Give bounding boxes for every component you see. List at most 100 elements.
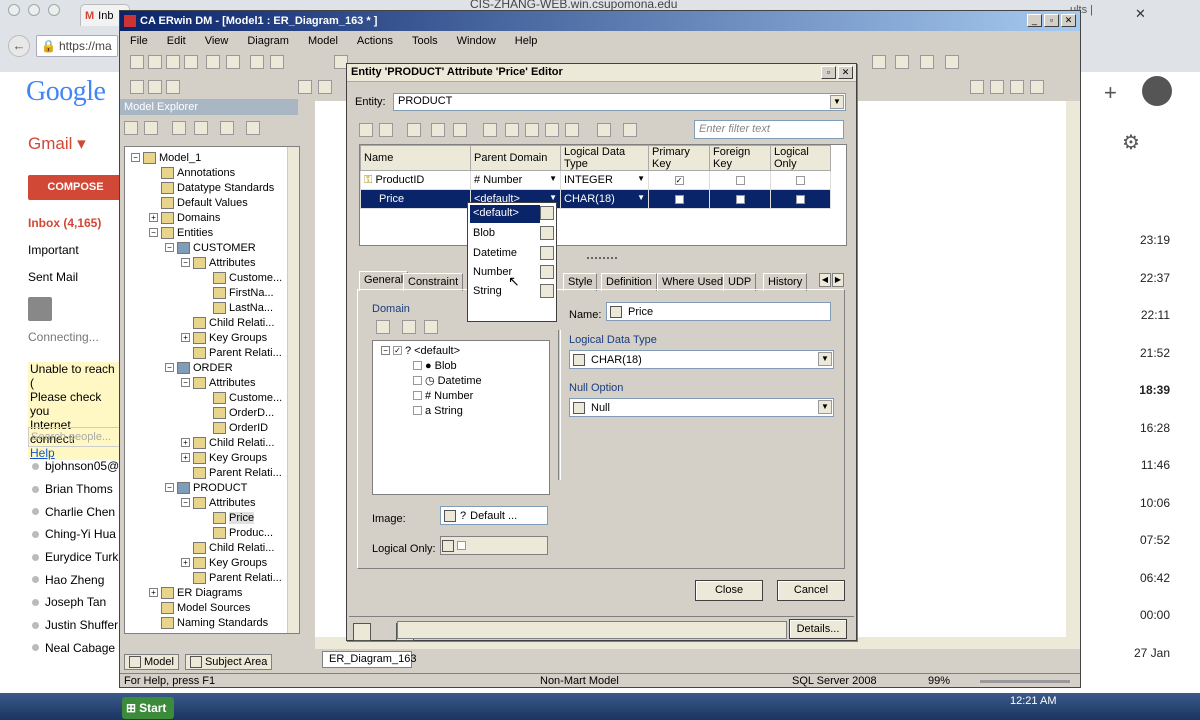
search-people-input[interactable]: Search people... xyxy=(28,427,120,447)
start-button[interactable]: ⊞ Start xyxy=(122,697,175,719)
pk-checkbox[interactable]: ✓ xyxy=(674,175,684,185)
back-icon[interactable] xyxy=(124,121,138,135)
cell-fk[interactable] xyxy=(709,170,771,190)
gear-icon[interactable]: ⚙ xyxy=(1122,130,1140,155)
tree-item[interactable]: Parent Relati... xyxy=(181,345,282,360)
tree-item[interactable]: Default Values xyxy=(149,195,248,210)
chevron-down-icon[interactable]: ▼ xyxy=(818,352,832,366)
col-logical-data-type[interactable]: Logical Data Type xyxy=(560,145,649,171)
tree-item[interactable]: Child Relati... xyxy=(181,540,274,555)
properties-icon[interactable] xyxy=(172,121,186,135)
tree-item[interactable]: LastNa... xyxy=(201,300,273,315)
compose-button[interactable]: COMPOSE xyxy=(28,175,123,200)
domain-tree-icon[interactable] xyxy=(376,320,390,334)
nav-sent[interactable]: Sent Mail xyxy=(28,268,101,295)
null-icon[interactable] xyxy=(573,401,585,414)
delete-icon[interactable] xyxy=(453,123,467,137)
tree-item[interactable]: − PRODUCT xyxy=(165,480,247,495)
col-parent-domain[interactable]: Parent Domain xyxy=(470,145,561,171)
cell-fk[interactable] xyxy=(709,189,771,209)
open-icon[interactable] xyxy=(148,55,162,69)
menu-actions[interactable]: Actions xyxy=(357,35,393,47)
menu-help[interactable]: Help xyxy=(515,35,538,47)
tag-icon[interactable] xyxy=(623,123,637,137)
new-icon[interactable] xyxy=(130,55,144,69)
cell-type[interactable]: INTEGER ▼ xyxy=(560,170,649,190)
undo-icon[interactable] xyxy=(250,55,264,69)
dropdown-option[interactable]: Number xyxy=(470,264,540,282)
expand-icon[interactable]: + xyxy=(149,213,158,222)
domain-checkbox[interactable]: ✓ xyxy=(393,346,402,355)
rename-icon[interactable] xyxy=(610,305,622,318)
cell-pk[interactable]: ✓ xyxy=(648,170,710,190)
tree-item[interactable]: Model Sources xyxy=(149,600,250,615)
cell-domain[interactable]: # Number ▼ xyxy=(470,170,561,190)
tree-item[interactable]: + ER Diagrams xyxy=(149,585,242,600)
minimize-icon[interactable]: _ xyxy=(1027,14,1042,27)
tree-item[interactable]: OrderD... xyxy=(201,405,274,420)
domain-checkbox[interactable] xyxy=(413,406,422,415)
minimize-dot-icon[interactable] xyxy=(28,4,40,16)
entity-select[interactable]: PRODUCT ▼ xyxy=(393,93,846,111)
zoom-out-icon[interactable] xyxy=(298,80,312,94)
collapse-icon[interactable]: − xyxy=(181,258,190,267)
null-option-select[interactable]: Null ▼ xyxy=(569,398,834,417)
tree-item[interactable]: Annotations xyxy=(149,165,235,180)
model-icon[interactable] xyxy=(206,55,220,69)
tree-item[interactable]: − Attributes xyxy=(181,255,255,270)
domain-option-icon[interactable] xyxy=(540,284,554,298)
tree-item[interactable]: Parent Relati... xyxy=(181,570,282,585)
tree-item[interactable]: Parent Relati... xyxy=(181,465,282,480)
zoom-dot-icon[interactable] xyxy=(48,4,60,16)
domain-node[interactable]: # Number xyxy=(413,388,473,403)
fk-checkbox[interactable] xyxy=(735,175,745,185)
relationship-icon[interactable] xyxy=(1010,80,1024,94)
domain-node[interactable]: ● Blob xyxy=(413,358,457,373)
zoom-slider[interactable] xyxy=(980,680,1070,683)
line-style-icon[interactable] xyxy=(920,55,934,69)
move-up-icon[interactable] xyxy=(525,123,539,137)
logical-only-field[interactable] xyxy=(440,536,548,555)
new-folder-icon[interactable] xyxy=(431,123,445,137)
chevron-down-icon[interactable]: ▼ xyxy=(818,400,832,414)
col-logical-only[interactable]: Logical Only xyxy=(770,145,831,171)
cell-pk[interactable] xyxy=(648,189,710,209)
layout-icon[interactable] xyxy=(166,80,180,94)
cell-name[interactable]: ⚿ ProductID xyxy=(360,170,471,190)
layout-icon[interactable] xyxy=(148,80,162,94)
tree-item[interactable]: + Child Relati... xyxy=(181,435,274,450)
chevron-down-icon[interactable]: ▼ xyxy=(637,174,645,183)
tree-item[interactable]: + Key Groups xyxy=(181,330,267,345)
forward-icon[interactable] xyxy=(144,121,158,135)
table-row[interactable]: Price <default> ▼ CHAR(18) ▼ xyxy=(360,189,831,209)
domain-checkbox[interactable] xyxy=(413,376,422,385)
tab-model[interactable]: Model xyxy=(124,654,179,670)
contact-item[interactable]: Neal Cabage xyxy=(32,637,119,660)
dialog-close-icon[interactable]: ✕ xyxy=(838,66,853,79)
chevron-down-icon[interactable]: ▼ xyxy=(830,95,844,109)
relationship-icon[interactable] xyxy=(1030,80,1044,94)
close-dot-icon[interactable] xyxy=(8,4,20,16)
zoom-in-icon[interactable] xyxy=(318,80,332,94)
dropdown-option[interactable]: Datetime xyxy=(470,245,540,263)
collapse-icon[interactable]: − xyxy=(381,346,390,355)
tree-item[interactable]: − CUSTOMER xyxy=(165,240,256,255)
col-primary-key[interactable]: Primary Key xyxy=(648,145,710,171)
menu-window[interactable]: Window xyxy=(457,35,496,47)
collapse-icon[interactable]: − xyxy=(149,228,158,237)
close-button[interactable]: Close xyxy=(695,580,763,601)
tree-item[interactable]: − Entities xyxy=(149,225,213,240)
pk-checkbox[interactable] xyxy=(674,194,684,204)
window-close-icon[interactable]: ✕ xyxy=(1135,6,1146,22)
fk-checkbox[interactable] xyxy=(735,194,745,204)
profile-avatar[interactable] xyxy=(1142,76,1172,106)
tree-item[interactable]: Naming Standards xyxy=(149,615,268,630)
col-foreign-key[interactable]: Foreign Key xyxy=(709,145,771,171)
dialog-title-bar[interactable]: Entity 'PRODUCT' Attribute 'Price' Edito… xyxy=(347,64,856,82)
expand-icon[interactable]: + xyxy=(149,588,158,597)
tree-item[interactable]: Child Relati... xyxy=(181,315,274,330)
cell-lo[interactable] xyxy=(770,189,831,209)
menu-edit[interactable]: Edit xyxy=(167,35,186,47)
domain-node[interactable]: ◷ Datetime xyxy=(413,373,482,388)
lo-checkbox[interactable] xyxy=(796,175,805,185)
